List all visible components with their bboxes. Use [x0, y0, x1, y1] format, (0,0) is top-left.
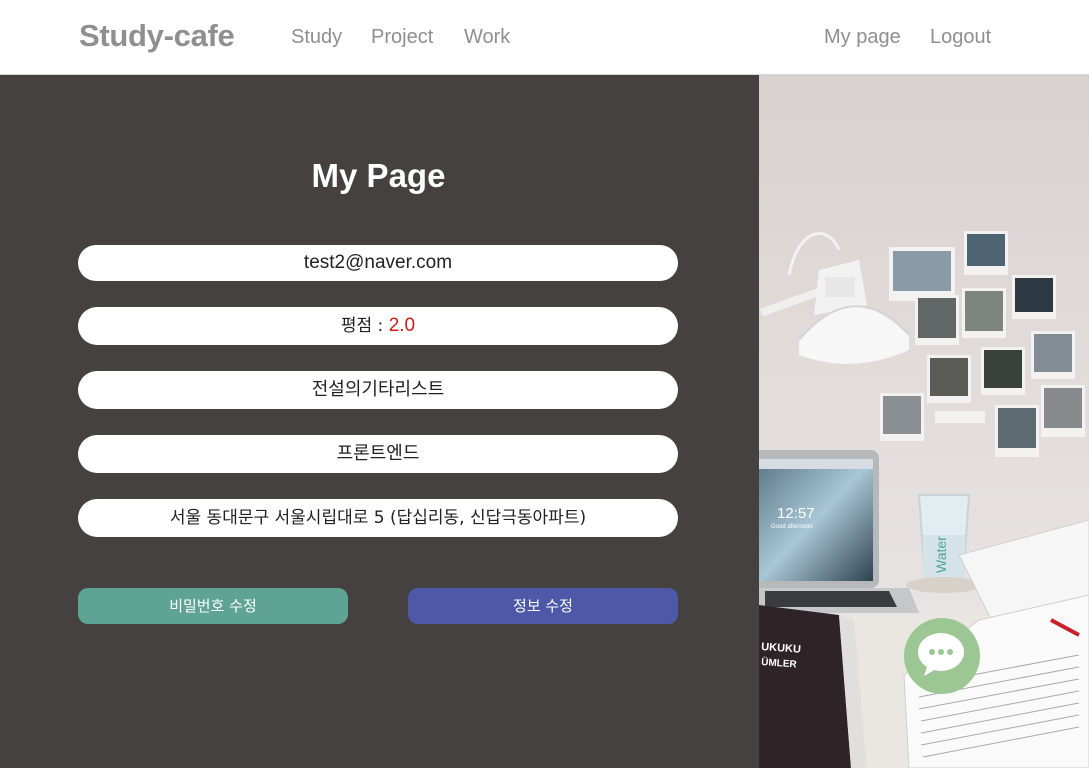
profile-panel: My Page test2@naver.com 평점 : 2.0 전설의기타리스… [0, 75, 759, 768]
chat-bubble-icon [918, 633, 964, 676]
rating-field: 평점 : 2.0 [78, 307, 678, 345]
glass-label: Water [933, 536, 949, 573]
change-password-button[interactable]: 비밀번호 수정 [78, 588, 348, 624]
rating-label: 평점 : [340, 316, 389, 336]
laptop-greeting: Good afternoon [771, 524, 813, 530]
nav-work[interactable]: Work [464, 26, 510, 49]
rating-value: 2.0 [388, 315, 416, 336]
address-field: 서울 동대문구 서울시립대로 5 (답십리동, 신답극동아파트) [78, 499, 678, 537]
top-navbar: Study-cafe Study Project Work My page Lo… [0, 0, 1089, 75]
nav-logout[interactable]: Logout [930, 26, 991, 49]
nav-study[interactable]: Study [291, 26, 342, 49]
nav-my-page[interactable]: My page [824, 26, 901, 49]
dark-book: UKUKU ÜMLER [759, 605, 867, 768]
laptop-clock: 12:57 [777, 505, 815, 522]
email-field: test2@naver.com [78, 245, 678, 281]
position-field: 프론트엔드 [78, 435, 678, 473]
chat-button[interactable] [904, 618, 980, 694]
nav-project[interactable]: Project [371, 26, 433, 49]
nickname-field: 전설의기타리스트 [78, 371, 678, 409]
brand-logo[interactable]: Study-cafe [79, 18, 235, 54]
edit-info-button[interactable]: 정보 수정 [408, 588, 678, 624]
page-title: My Page [311, 157, 446, 194]
